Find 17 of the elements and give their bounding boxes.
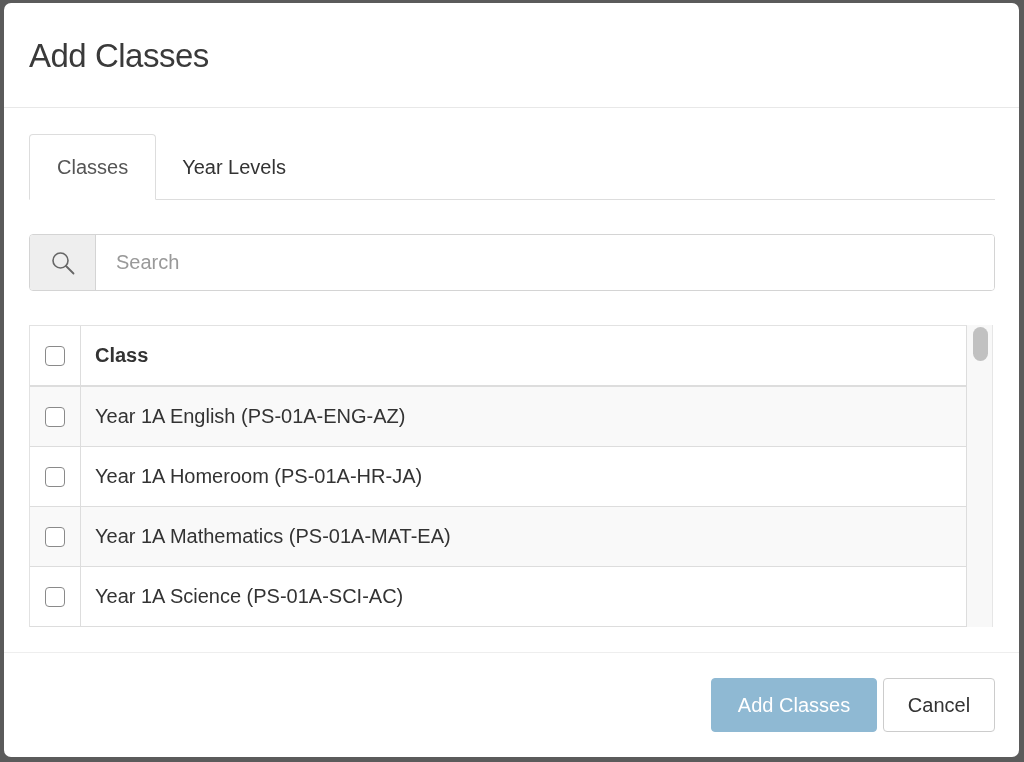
table-cell: Year 1A Science (PS-01A-SCI-AC)	[95, 585, 404, 608]
checkbox[interactable]	[45, 466, 65, 487]
table-cell: Year 1A Mathematics (PS-01A-MAT-EA)	[95, 525, 451, 548]
table-cell: Year 1A English (PS-01A-ENG-AZ)	[95, 405, 406, 428]
search-icon	[30, 235, 96, 290]
tab[interactable]: Classes	[29, 134, 157, 200]
checkbox[interactable]	[45, 526, 65, 547]
scrollbar[interactable]	[967, 325, 993, 627]
search-field[interactable]: Search	[29, 234, 995, 291]
checkbox[interactable]	[45, 345, 65, 366]
tab[interactable]: Year Levels	[156, 134, 312, 200]
checkbox[interactable]	[45, 586, 65, 607]
table-cell: Year 1A Homeroom (PS-01A-HR-JA)	[95, 465, 423, 488]
cancel-button[interactable]: Cancel	[883, 678, 995, 732]
checkbox[interactable]	[45, 406, 65, 427]
dialog-title: Add Classes	[29, 36, 209, 75]
column-header: Class	[95, 344, 149, 367]
